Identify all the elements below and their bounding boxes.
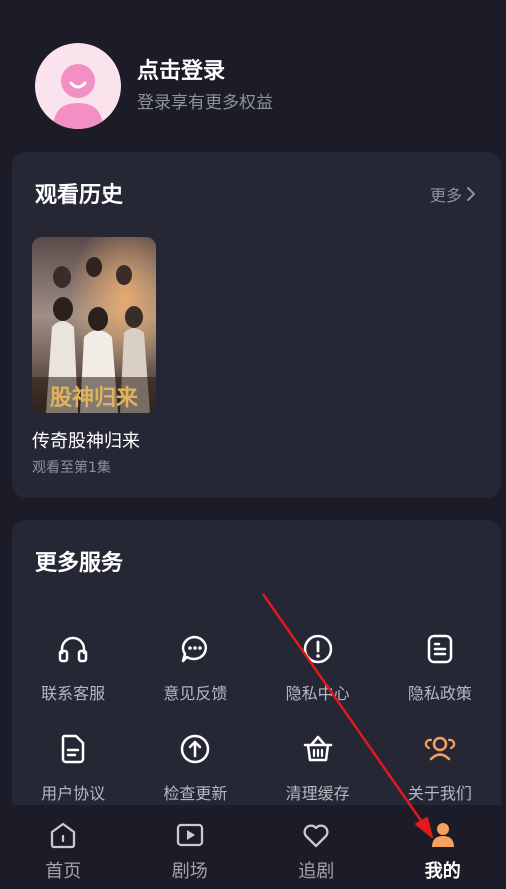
- service-privacy-center[interactable]: 隐私中心: [257, 632, 379, 704]
- service-label: 意见反馈: [163, 684, 228, 703]
- service-label: 检查更新: [163, 784, 228, 803]
- nav-mine[interactable]: 我的: [380, 805, 506, 889]
- service-check-update[interactable]: 检查更新: [134, 732, 256, 804]
- default-avatar-icon: [53, 64, 103, 129]
- document-list-icon: [427, 634, 453, 664]
- services-grid: 联系客服 意见反馈 隐私中心 隐私政策 用户协议 检查更新 清理缓存 关于我们: [12, 632, 501, 804]
- exclamation-circle-icon: [303, 634, 332, 664]
- headset-icon: [58, 636, 88, 663]
- service-contact-support[interactable]: 联系客服: [12, 632, 134, 704]
- service-privacy-policy[interactable]: 隐私政策: [379, 632, 501, 704]
- service-about-us[interactable]: 关于我们: [379, 732, 501, 804]
- service-clear-cache[interactable]: 清理缓存: [257, 732, 379, 804]
- service-feedback[interactable]: 意见反馈: [134, 632, 256, 704]
- nav-following[interactable]: 追剧: [253, 805, 380, 889]
- poster-image: 股神归来: [32, 237, 156, 413]
- play-icon: [176, 823, 203, 847]
- history-more-link[interactable]: 更多: [430, 182, 476, 206]
- drama-title[interactable]: 传奇股神归来: [32, 427, 140, 453]
- nav-theater[interactable]: 剧场: [127, 805, 254, 889]
- drama-poster[interactable]: 股神归来: [32, 237, 156, 413]
- arrow-up-circle-icon: [181, 734, 210, 764]
- drama-progress: 观看至第1集: [32, 460, 111, 476]
- chevron-right-icon: [467, 187, 475, 201]
- service-label: 用户协议: [41, 784, 106, 803]
- history-more-label: 更多: [429, 186, 462, 205]
- person-icon: [431, 823, 454, 847]
- watch-history-card: 观看历史 更多 股神归来 传奇股神归来 观看至第1集: [12, 152, 501, 498]
- service-label: 关于我们: [407, 784, 472, 803]
- watch-history-title: 观看历史: [35, 183, 124, 208]
- home-icon: [51, 822, 76, 849]
- service-label: 隐私中心: [285, 684, 350, 703]
- heart-icon: [303, 824, 329, 848]
- login-subtitle: 登录享有更多权益: [137, 93, 273, 113]
- basket-icon: [303, 735, 332, 762]
- group-icon: [424, 736, 456, 761]
- avatar[interactable]: [35, 43, 121, 129]
- service-user-agreement[interactable]: 用户协议: [12, 732, 134, 804]
- service-label: 联系客服: [41, 684, 106, 703]
- nav-label: 首页: [45, 861, 82, 882]
- chat-bubble-icon: [182, 635, 208, 663]
- bottom-nav: 首页 剧场 追剧 我的: [0, 805, 506, 889]
- poster-title-text: 股神归来: [50, 385, 139, 411]
- nav-label: 追剧: [298, 861, 335, 882]
- more-services-title: 更多服务: [35, 551, 124, 576]
- service-label: 清理缓存: [285, 784, 350, 803]
- service-label: 隐私政策: [407, 684, 472, 703]
- profile-header[interactable]: 点击登录 登录享有更多权益: [35, 43, 273, 129]
- login-title[interactable]: 点击登录: [137, 57, 273, 87]
- nav-home[interactable]: 首页: [0, 805, 127, 889]
- nav-label: 剧场: [171, 861, 208, 882]
- document-icon: [61, 734, 85, 764]
- nav-label: 我的: [424, 861, 461, 882]
